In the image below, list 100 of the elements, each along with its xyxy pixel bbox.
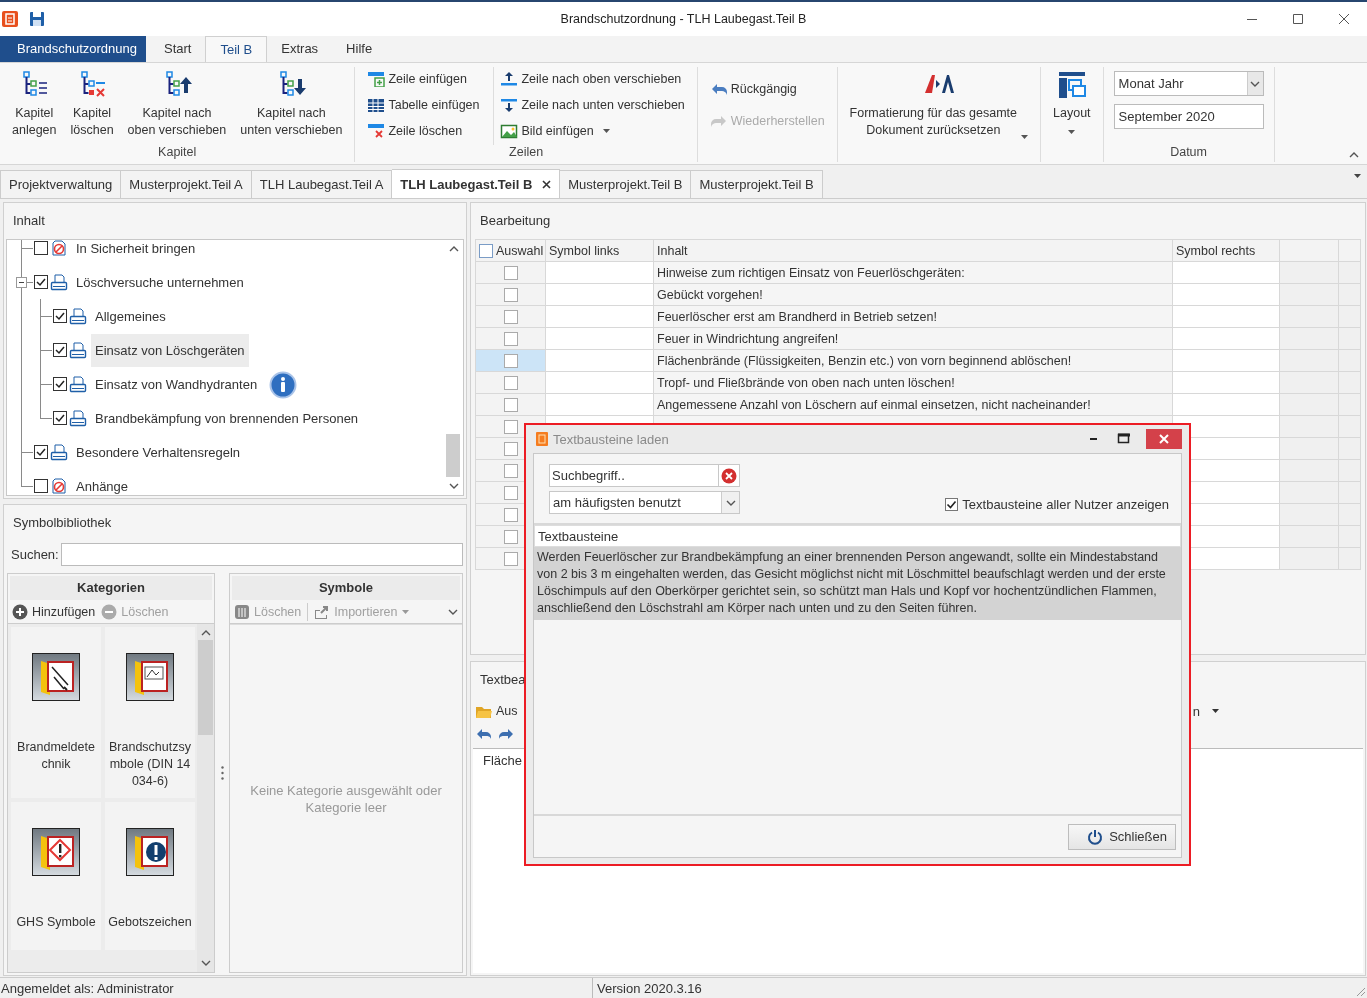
ribbon-button[interactable]: Rückgängig — [709, 77, 825, 101]
date-field[interactable]: September 2020 — [1113, 104, 1264, 129]
ribbon-button[interactable]: Formatierung für das gesamte Dokument zurücksetzen — [843, 67, 1035, 145]
splitter-grip-icon[interactable] — [220, 766, 224, 780]
tree-item[interactable]: Anhänge — [72, 469, 133, 495]
tree-item[interactable]: Allgemeines — [91, 299, 170, 333]
checkbox[interactable] — [34, 275, 48, 289]
tree-item[interactable]: Löschversuche unternehmen — [72, 265, 248, 299]
search-field[interactable]: Suchbegriff.. — [549, 464, 719, 487]
editor-text: Fläche — [483, 753, 523, 768]
checkbox[interactable] — [503, 485, 518, 500]
checkbox[interactable] — [53, 411, 67, 425]
list-item[interactable]: Werden Feuerlöscher zur Brandbekämpfung an einer brennenden Person angewandt, sollte ein Mindestabstand von 2 bis 3 m eingehalten werden, das Gesicht möglichst nicht mit Löschmittel beaufschlagt werden und der erste Löschimpuls auf den Oberkörper gerichtet sein, so schützt man Hals und Kopf vor hochentzündlichen Flammen, anschließend den Löschstrahl am Körper nach unten und zu den Seiten führen. — [534, 547, 1181, 620]
ribbon-button[interactable]: Layout — [1047, 67, 1097, 145]
search-field[interactable] — [60, 542, 463, 566]
category-tile[interactable]: Brandschutzsymbole (DIN 14034-6) — [105, 627, 195, 798]
column-header: Kategorien — [10, 576, 212, 600]
expander-icon[interactable] — [16, 277, 27, 288]
printer-icon — [69, 341, 87, 359]
resize-grip-icon[interactable] — [1354, 985, 1366, 997]
file-menu-button[interactable]: Brandschutzordnung — [0, 36, 146, 62]
ribbon-tab[interactable]: Teil B — [205, 36, 268, 63]
checkbox[interactable] — [945, 498, 959, 511]
close-button[interactable] — [1146, 429, 1182, 449]
ribbon-button[interactable]: Kapitel nach oben verschieben — [121, 67, 233, 145]
date-format-select[interactable]: Monat Jahr — [1113, 71, 1264, 96]
checkbox[interactable] — [34, 479, 48, 493]
tree-item[interactable]: Brandbekämpfung von brennenden Personen — [91, 401, 363, 435]
checkbox-option[interactable]: Textbausteine aller Nutzer anzeigen — [945, 497, 1169, 512]
tree-item[interactable]: Einsatz von Wandhydranten — [91, 367, 262, 401]
checkbox[interactable] — [503, 353, 518, 368]
category-tile[interactable]: GHS Symbole — [11, 802, 101, 950]
tree-item[interactable]: In Sicherheit bringen — [72, 240, 200, 265]
ribbon-button[interactable]: Zeile nach oben verschieben — [500, 67, 685, 91]
ribbon-tab[interactable]: Hilfe — [332, 36, 387, 62]
close-icon[interactable] — [542, 179, 552, 189]
checkbox[interactable] — [503, 463, 518, 478]
checkbox[interactable] — [503, 397, 518, 412]
table-cell: Angemessene Anzahl von Löschern auf einmal einsetzen, nicht nacheinander! — [653, 393, 1173, 416]
sort-select[interactable]: am häufigsten benutzt — [549, 491, 740, 514]
ribbon-tab[interactable]: Start — [150, 36, 206, 62]
document-tab[interactable]: Projektverwaltung — [0, 170, 122, 198]
column-header: Symbole — [232, 576, 460, 600]
ribbon-button[interactable]: Kapitel löschen — [64, 67, 120, 145]
ribbon-tab[interactable]: Extras — [267, 36, 333, 62]
selection-cell[interactable] — [475, 283, 546, 306]
ribbon-button[interactable]: Zeile löschen — [367, 119, 480, 143]
ribbon-button[interactable]: Kapitel anlegen — [6, 67, 63, 145]
clear-button[interactable] — [719, 464, 740, 487]
checkbox[interactable] — [53, 343, 67, 357]
toolbar-button[interactable]: Hinzufügen — [12, 603, 96, 620]
panel-title: Inhalt — [12, 212, 46, 230]
selection-cell[interactable] — [475, 305, 546, 328]
checkbox[interactable] — [34, 445, 48, 459]
ribbon-button[interactable]: Bild einfügen — [500, 119, 685, 143]
document-tab[interactable]: TLH Laubegast.Teil A — [251, 170, 393, 198]
more-chevron-icon[interactable] — [448, 608, 458, 615]
table-cell: Feuerlöscher erst am Brandherd in Betrieb setzen! — [653, 305, 1173, 328]
selection-cell[interactable] — [475, 393, 546, 416]
checkbox[interactable] — [503, 309, 518, 324]
checkbox[interactable] — [503, 529, 518, 544]
checkbox[interactable] — [503, 419, 518, 434]
document-tab[interactable]: TLH Laubegast.Teil B — [392, 169, 561, 198]
checkbox[interactable] — [53, 309, 67, 323]
document-tab[interactable]: Musterprojekt.Teil B — [560, 170, 692, 198]
tree-item[interactable]: Besondere Verhaltensregeln — [72, 435, 245, 469]
selection-cell[interactable] — [475, 371, 546, 394]
ribbon-button[interactable]: Zeile einfügen — [367, 67, 480, 91]
close-dialog-button[interactable]: Schließen — [1068, 823, 1176, 850]
checkbox[interactable] — [503, 287, 518, 302]
checkbox[interactable] — [479, 243, 493, 258]
save-icon[interactable] — [28, 10, 46, 28]
document-tab[interactable]: Musterprojekt.Teil B — [691, 170, 823, 198]
checkbox[interactable] — [503, 507, 518, 522]
checkbox[interactable] — [503, 441, 518, 456]
category-tile[interactable]: Brandmeldetechnik — [11, 627, 101, 798]
collapse-ribbon-icon[interactable] — [1349, 152, 1359, 158]
tree-item[interactable]: Einsatz von Löschgeräten — [91, 333, 249, 367]
tab-list-caret-icon[interactable] — [1354, 174, 1361, 178]
document-tab[interactable]: Musterprojekt.Teil A — [121, 170, 252, 198]
undo-icon[interactable] — [476, 728, 492, 740]
ribbon-button[interactable]: Zeile nach unten verschieben — [500, 93, 685, 117]
checkbox[interactable] — [34, 241, 48, 255]
ribbon-button[interactable]: Kapitel nach unten verschieben — [234, 67, 349, 145]
scrollbar-thumb[interactable] — [446, 434, 460, 477]
selection-cell[interactable] — [475, 327, 546, 350]
checkbox[interactable] — [503, 551, 518, 566]
checkbox[interactable] — [503, 331, 518, 346]
checkbox[interactable] — [53, 377, 67, 391]
printer-icon — [69, 409, 87, 427]
chevron-down-icon — [725, 499, 736, 506]
checkbox[interactable] — [503, 375, 518, 390]
category-tile[interactable]: Gebotszeichen — [105, 802, 195, 950]
scrollbar-thumb[interactable] — [198, 640, 213, 735]
redo-icon[interactable] — [498, 728, 514, 740]
selection-cell[interactable] — [475, 349, 546, 372]
ribbon-button[interactable]: Tabelle einfügen — [367, 93, 480, 117]
toolbar-button[interactable]: Aus — [475, 703, 518, 719]
checkbox[interactable] — [503, 265, 518, 280]
selection-cell[interactable] — [475, 261, 546, 284]
